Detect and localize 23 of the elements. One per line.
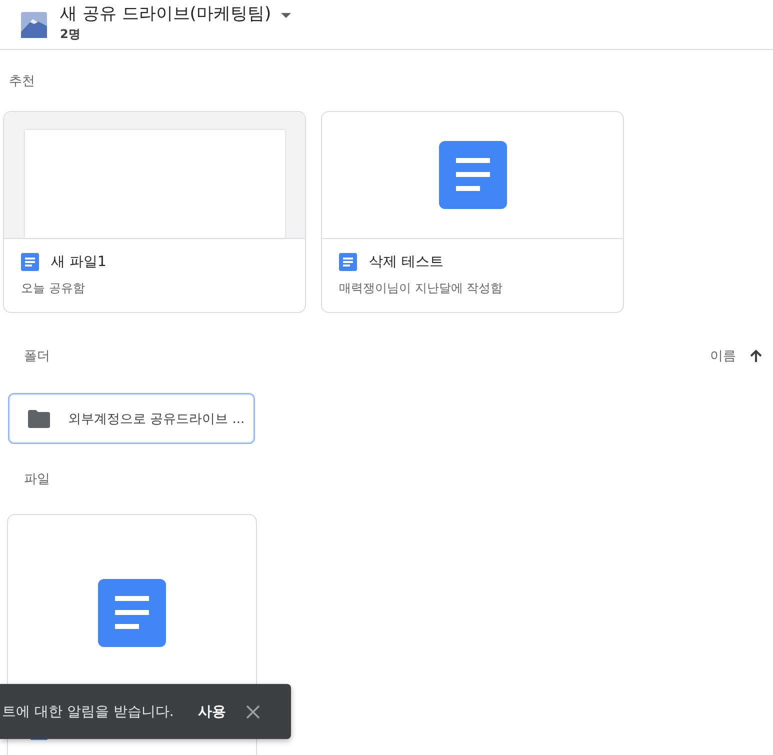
- document-icon: [21, 253, 39, 271]
- section-heading: 파일: [24, 472, 51, 488]
- file-activity: 매력쟁이님이 지난달에 작성함: [339, 280, 504, 297]
- document-icon: [339, 253, 357, 271]
- dropdown-icon[interactable]: [281, 12, 292, 18]
- folder-icon: [28, 410, 50, 428]
- file-name: 새 파일1: [51, 253, 106, 271]
- arrow-up-icon[interactable]: [749, 349, 763, 363]
- sort-label[interactable]: 이름: [710, 347, 736, 365]
- close-icon[interactable]: [246, 704, 260, 718]
- document-icon: [438, 141, 506, 209]
- section-heading: 추천: [9, 74, 36, 90]
- folder-item[interactable]: 외부계정으로 공유드라이브 ...: [8, 393, 255, 444]
- file-activity: 오늘 공유함: [21, 280, 86, 297]
- file-card[interactable]: 새 파일1 오늘 공유함: [3, 111, 306, 313]
- enable-button[interactable]: 사용: [192, 698, 232, 724]
- snackbar-message: 트에 대한 알림을 받습니다.: [2, 702, 174, 720]
- file-name: 삭제 테스트: [369, 253, 444, 271]
- section-heading: 폴더: [24, 348, 50, 365]
- member-count: 2명: [60, 26, 82, 43]
- file-card[interactable]: 삭제 테스트 매력쟁이님이 지난달에 작성함: [321, 111, 624, 313]
- document-icon: [98, 579, 166, 647]
- drive-title[interactable]: 새 공유 드라이브(마케팅팀): [60, 2, 272, 26]
